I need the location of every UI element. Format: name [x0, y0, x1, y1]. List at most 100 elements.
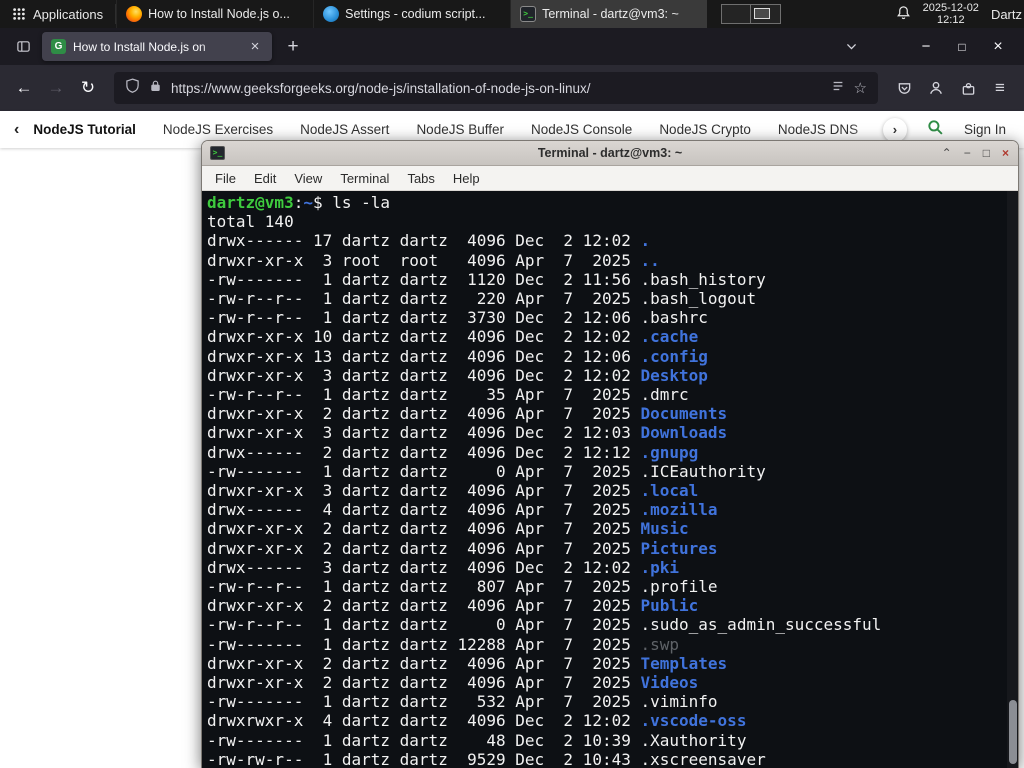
terminal-line: -rw------- 1 dartz dartz 532 Apr 7 2025 … [207, 692, 718, 712]
nav-item-nodejs-console[interactable]: NodeJS Console [531, 122, 632, 137]
browser-tab-bar: G How to Install Node.js on × + − □ × [0, 28, 1024, 65]
nav-item-nodejs-exercises[interactable]: NodeJS Exercises [163, 122, 273, 137]
terminal-line: drwxr-xr-x 2 dartz dartz 4096 Apr 7 2025… [207, 596, 699, 616]
workspace-1[interactable] [721, 4, 752, 24]
applications-grid-icon [12, 7, 26, 21]
tab-close-icon[interactable]: × [247, 38, 263, 55]
terminal-scrollbar-thumb[interactable] [1009, 700, 1017, 764]
scroll-right-icon[interactable]: › [882, 117, 907, 142]
terminal-line: drwxr-xr-x 3 dartz dartz 4096 Dec 2 12:0… [207, 423, 728, 443]
menu-item-view[interactable]: View [285, 171, 331, 186]
lock-icon[interactable] [149, 79, 162, 98]
clock-date: 2025-12-02 [922, 1, 979, 14]
terminal-title: Terminal - dartz@vm3: ~ [537, 146, 683, 160]
terminal-line: -rw-r--r-- 1 dartz dartz 35 Apr 7 2025 .… [207, 385, 689, 405]
browser-tab[interactable]: G How to Install Node.js on × [42, 32, 272, 61]
menu-icon[interactable]: ≡ [984, 72, 1016, 104]
nav-item-nodejs-crypto[interactable]: NodeJS Crypto [659, 122, 751, 137]
terminal-output: dartz@vm3:~$ ls -la total 140 drwx------ 1… [202, 191, 1018, 768]
terminal-line: drwxr-xr-x 2 dartz dartz 4096 Apr 7 2025… [207, 653, 728, 673]
url-bar[interactable]: https://www.geeksforgeeks.org/node-js/in… [114, 72, 878, 104]
reader-view-icon[interactable] [831, 79, 845, 98]
reload-icon[interactable]: ↻ [72, 72, 104, 104]
panel-user-label: Dartz [990, 6, 1022, 22]
terminal-line: -rw-r--r-- 1 dartz dartz 3730 Dec 2 12:0… [207, 308, 708, 328]
terminal-line: drwxr-xr-x 10 dartz dartz 4096 Dec 2 12:… [207, 327, 699, 347]
terminal-scrollbar[interactable] [1007, 191, 1018, 768]
taskbar-window-button[interactable]: How to Install Node.js o... [116, 0, 313, 28]
terminal-line: drwx------ 2 dartz dartz 4096 Dec 2 12:1… [207, 442, 699, 462]
url-text: https://www.geeksforgeeks.org/node-js/in… [171, 80, 591, 96]
terminal-line: drwxr-xr-x 2 dartz dartz 4096 Apr 7 2025… [207, 404, 728, 424]
tabbar-right-controls: − □ × [836, 33, 1016, 61]
desktop-screen: Applications How to Install Node.js o...… [0, 0, 1024, 768]
nav-item-nodejs-buffer[interactable]: NodeJS Buffer [416, 122, 504, 137]
terminal-close-icon[interactable]: × [1002, 147, 1009, 159]
terminal-line: drwxr-xr-x 13 dartz dartz 4096 Dec 2 12:… [207, 346, 708, 366]
new-tab-icon[interactable]: + [280, 36, 306, 58]
terminal-content[interactable]: dartz@vm3:~$ ls -la total 140 drwx------ 1… [202, 191, 1018, 768]
workspace-2[interactable] [751, 4, 782, 24]
terminal-line: drwxr-xr-x 2 dartz dartz 4096 Apr 7 2025… [207, 673, 699, 693]
nav-item-nodejs-assert[interactable]: NodeJS Assert [300, 122, 389, 137]
terminal-window-controls: ⌃ − □ × [942, 147, 1009, 159]
workspace-pager[interactable] [721, 4, 782, 24]
terminal-line: drwxr-xr-x 3 dartz dartz 4096 Apr 7 2025… [207, 481, 699, 501]
terminal-line: -rw------- 1 dartz dartz 48 Dec 2 10:39 … [207, 730, 747, 750]
terminal-line: drwxrwxr-x 4 dartz dartz 4096 Dec 2 12:0… [207, 711, 747, 731]
sign-in-button[interactable]: Sign In [964, 122, 1006, 137]
firefox-view-icon[interactable] [8, 33, 38, 61]
extensions-icon[interactable] [952, 72, 984, 104]
gfg-favicon: G [51, 39, 66, 54]
bell-icon[interactable] [896, 5, 911, 23]
terminal-line: drwx------ 17 dartz dartz 4096 Dec 2 12:… [207, 231, 651, 251]
applications-menu-label: Applications [33, 6, 104, 22]
account-icon[interactable] [920, 72, 952, 104]
back-icon[interactable]: ← [8, 72, 40, 104]
terminal-line: dartz@vm3:~$ ls -la [207, 193, 391, 212]
nav-item-nodejs-tutorial[interactable]: NodeJS Tutorial [33, 122, 136, 137]
panel-clock[interactable]: 2025-12-02 12:12 [923, 2, 979, 27]
terminal-icon: >_ [520, 6, 537, 22]
bookmark-star-icon[interactable]: ☆ [854, 79, 867, 97]
forward-icon: → [47, 78, 65, 97]
codium-icon [323, 6, 340, 22]
terminal-minimize-icon[interactable]: − [964, 147, 971, 159]
menu-item-terminal[interactable]: Terminal [331, 171, 398, 186]
menu-item-edit[interactable]: Edit [245, 171, 285, 186]
terminal-title-bar[interactable]: >_ Terminal - dartz@vm3: ~ ⌃ − □ × [202, 141, 1018, 166]
taskbar-window-button[interactable]: Settings - codium script... [313, 0, 510, 28]
terminal-line: -rw-r--r-- 1 dartz dartz 807 Apr 7 2025 … [207, 577, 718, 597]
top-panel: Applications How to Install Node.js o...… [0, 0, 1024, 28]
scroll-left-icon[interactable]: ‹ [14, 121, 19, 139]
shield-icon[interactable] [125, 78, 140, 98]
shade-icon[interactable]: ⌃ [942, 147, 952, 159]
menu-item-file[interactable]: File [206, 171, 245, 186]
terminal-line: drwxr-xr-x 3 root root 4096 Apr 7 2025 .… [207, 250, 660, 270]
taskbar-window-button[interactable]: >_ Terminal - dartz@vm3: ~ [510, 0, 708, 28]
menu-item-help[interactable]: Help [444, 171, 489, 186]
taskbar-window-title: Terminal - dartz@vm3: ~ [542, 7, 679, 21]
menu-item-tabs[interactable]: Tabs [398, 171, 443, 186]
close-icon[interactable]: × [980, 38, 1016, 56]
terminal-maximize-icon[interactable]: □ [983, 147, 990, 159]
terminal-window: >_ Terminal - dartz@vm3: ~ ⌃ − □ × File E… [201, 140, 1019, 768]
terminal-line: total 140 [207, 212, 294, 232]
minimize-icon[interactable]: − [908, 38, 944, 55]
tab-title: How to Install Node.js on [73, 39, 206, 54]
clock-time: 12:12 [937, 14, 965, 26]
terminal-line: drwxr-xr-x 3 dartz dartz 4096 Dec 2 12:0… [207, 365, 708, 385]
search-icon[interactable] [927, 119, 944, 141]
tabs-list-chevron-icon[interactable] [836, 33, 866, 61]
terminal-line: -rw-r--r-- 1 dartz dartz 0 Apr 7 2025 .s… [207, 615, 882, 635]
applications-menu-button[interactable]: Applications [0, 0, 115, 28]
pager-mini-window [754, 8, 771, 19]
nav-item-nodejs-dns[interactable]: NodeJS DNS [778, 122, 858, 137]
window-taskbar: How to Install Node.js o... Settings - co… [116, 0, 708, 28]
restore-icon[interactable]: □ [944, 40, 980, 54]
pocket-icon[interactable] [888, 72, 920, 104]
terminal-icon: >_ [210, 146, 225, 160]
terminal-line: drwxr-xr-x 2 dartz dartz 4096 Apr 7 2025… [207, 538, 718, 558]
terminal-line: -rw------- 1 dartz dartz 0 Apr 7 2025 .I… [207, 461, 766, 481]
taskbar-window-title: How to Install Node.js o... [148, 7, 290, 21]
